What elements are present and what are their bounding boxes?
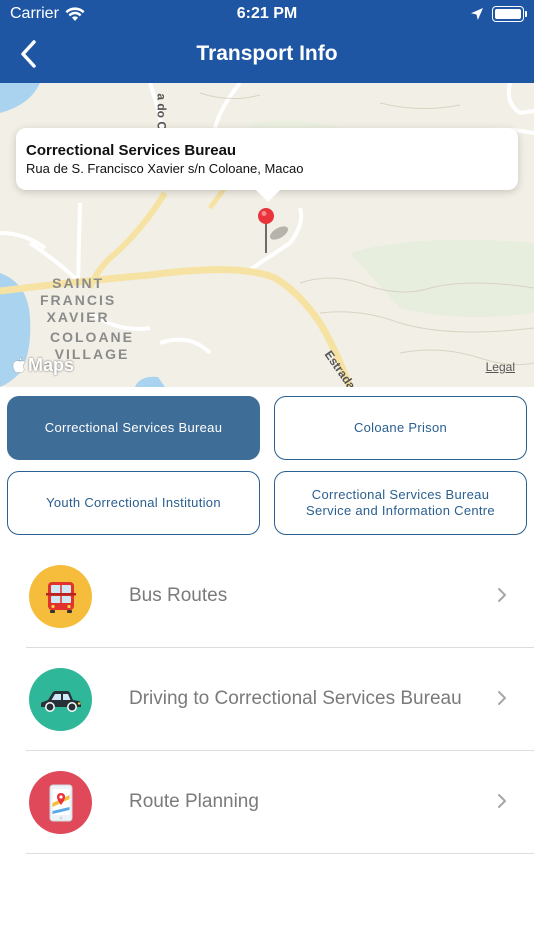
location-selector: Correctional Services Bureau Coloane Pri… (0, 387, 534, 537)
chevron-right-icon (498, 588, 506, 602)
location-button-service-centre[interactable]: Correctional Services Bureau Service and… (274, 471, 527, 535)
menu-item-route-planning[interactable]: Route Planning (0, 751, 534, 854)
callout-title: Correctional Services Bureau (26, 142, 237, 159)
apple-logo-icon (12, 357, 26, 374)
map-pin-icon[interactable] (257, 207, 297, 257)
chevron-right-icon (498, 794, 506, 808)
app-header: Carrier 6:21 PM Transport Info (0, 0, 534, 83)
menu-item-driving[interactable]: Driving to Correctional Services Bureau (0, 648, 534, 751)
map-phone-icon (29, 771, 92, 834)
bus-icon (29, 565, 92, 628)
transport-menu: Bus Routes Driving to Correctional Servi… (0, 545, 534, 854)
location-button-csb[interactable]: Correctional Services Bureau (7, 396, 260, 460)
menu-item-label: Route Planning (129, 791, 259, 812)
map-view[interactable]: SAINT FRANCIS XAVIER COLOANE VILLAGE Estrad… (0, 83, 534, 387)
battery-icon (492, 6, 527, 22)
location-button-coloane-prison[interactable]: Coloane Prison (274, 396, 527, 460)
callout-address: Rua de S. Francisco Xavier s/n Coloane, … (26, 161, 304, 176)
status-time: 6:21 PM (236, 5, 298, 22)
district-label-saint-francis: SAINT FRANCIS XAVIER (40, 275, 117, 325)
car-icon (29, 668, 92, 731)
nav-bar: Transport Info (0, 28, 534, 83)
maps-logo: Maps (12, 355, 74, 376)
status-bar: Carrier 6:21 PM (0, 0, 534, 28)
location-arrow-icon (471, 8, 483, 20)
menu-item-label: Bus Routes (129, 585, 228, 606)
menu-item-label: Driving to Correctional Services Bureau (129, 688, 462, 709)
menu-item-bus-routes[interactable]: Bus Routes (0, 545, 534, 648)
status-right (470, 6, 527, 22)
maps-brand-label: Maps (28, 355, 75, 375)
legal-link[interactable]: Legal (486, 360, 515, 374)
page-title: Transport Info (196, 42, 338, 65)
location-button-youth-institution[interactable]: Youth Correctional Institution (7, 471, 260, 535)
chevron-right-icon (498, 691, 506, 705)
map-callout[interactable]: Correctional Services Bureau Rua de S. F… (16, 128, 518, 202)
